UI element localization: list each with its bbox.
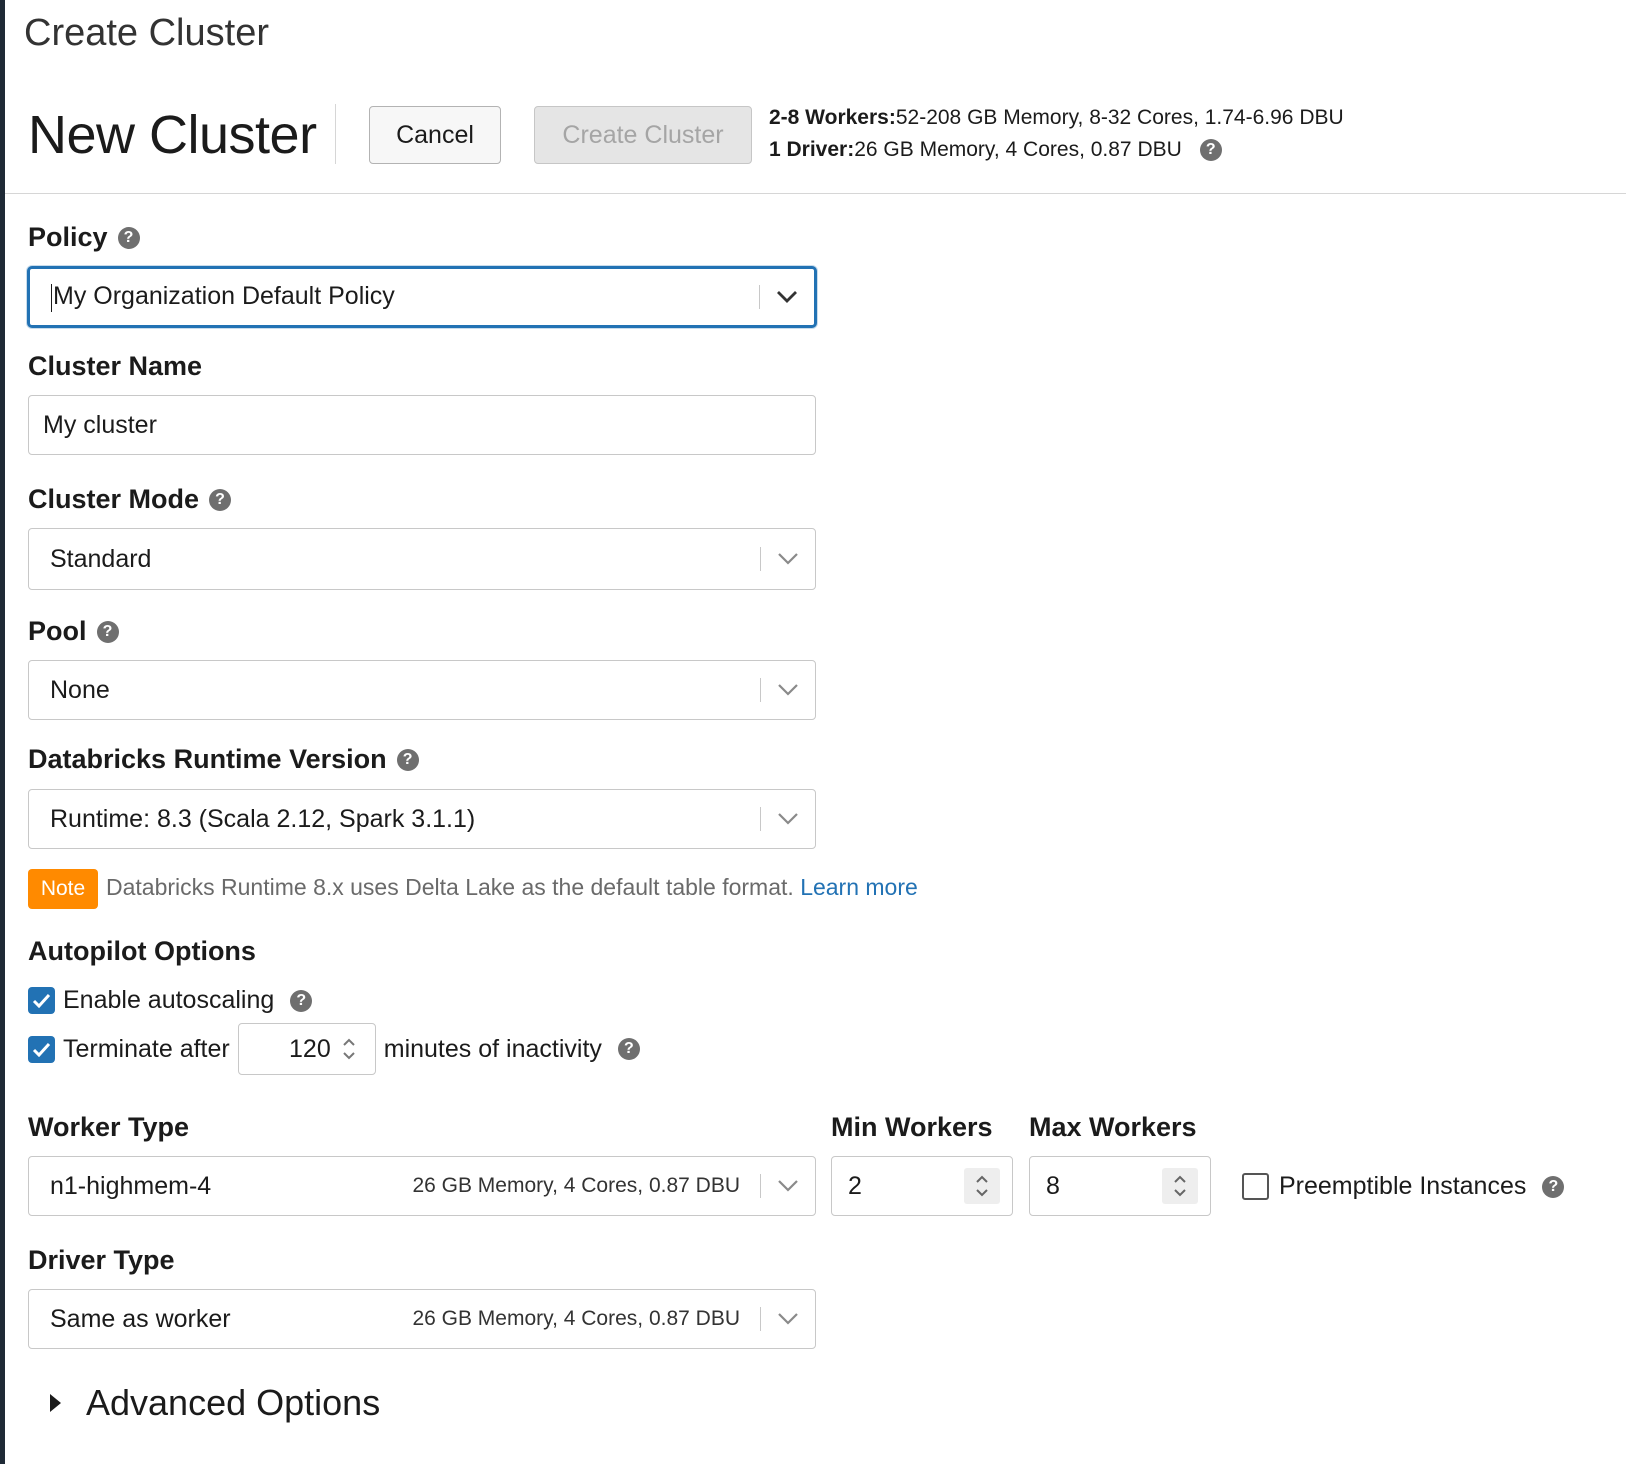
help-icon[interactable]: ? [396,748,419,771]
terminate-row: Terminate after 120 minutes of inactivit… [28,1023,640,1075]
min-workers-label-text: Min Workers [831,1112,993,1142]
driver-summary: 1 Driver: 26 GB Memory, 4 Cores, 0.87 DBU… [769,138,1222,162]
runtime-label-text: Databricks Runtime Version [28,744,387,774]
worker-type-select[interactable]: n1-highmem-4 26 GB Memory, 4 Cores, 0.87… [28,1156,816,1216]
advanced-options-toggle[interactable]: Advanced Options [48,1382,380,1424]
caret-right-icon [50,1394,61,1412]
worker-type-label-text: Worker Type [28,1112,190,1142]
policy-label-text: Policy [28,222,108,252]
chevron-down-icon[interactable] [761,1312,815,1326]
cluster-name-label: Cluster Name [28,351,202,382]
help-icon[interactable]: ? [117,226,140,249]
chevron-down-icon[interactable] [761,683,815,697]
text-cursor [51,283,52,312]
terminate-label: Terminate after [63,1034,230,1063]
max-workers-value: 8 [1046,1171,1060,1200]
workers-summary: 2-8 Workers:52-208 GB Memory, 8-32 Cores… [769,106,1344,130]
driver-type-label-text: Driver Type [28,1245,175,1275]
note-message: Databricks Runtime 8.x uses Delta Lake a… [106,874,794,900]
up-down-stepper-icon[interactable] [964,1168,1000,1204]
workers-summary-spec: 52-208 GB Memory, 8-32 Cores, 1.74-6.96 … [895,106,1344,129]
header-divider-line [5,193,1626,194]
pool-value: None [50,675,110,704]
up-down-stepper-icon[interactable] [1162,1168,1198,1204]
terminate-minutes-value: 120 [289,1034,331,1063]
help-icon[interactable]: ? [209,488,232,511]
policy-select[interactable]: My Organization Default Policy [27,266,817,328]
cluster-mode-label: Cluster Mode ? [28,484,232,515]
note-text: Databricks Runtime 8.x uses Delta Lake a… [106,874,918,901]
left-rail [0,0,5,1464]
policy-select-value: My Organization Default Policy [30,282,759,312]
help-icon[interactable]: ? [1542,1175,1565,1198]
cluster-mode-select[interactable]: Standard [28,528,816,590]
chevron-down-icon[interactable] [761,812,815,826]
min-workers-value: 2 [848,1171,862,1200]
pool-select[interactable]: None [28,660,816,720]
chevron-down-icon[interactable] [761,552,815,566]
worker-type-label: Worker Type [28,1112,189,1143]
terminate-minutes-input[interactable]: 120 [237,1023,376,1075]
create-cluster-button[interactable]: Create Cluster [534,106,752,164]
driver-summary-prefix: 1 Driver: [769,138,855,161]
max-workers-label-text: Max Workers [1029,1112,1197,1142]
enable-autoscaling-row: Enable autoscaling ? [28,986,313,1015]
preemptible-checkbox[interactable] [1242,1173,1269,1200]
cluster-header-title: New Cluster [28,105,317,165]
policy-label: Policy ? [28,222,140,253]
min-workers-input[interactable]: 2 [831,1156,1013,1216]
terminate-suffix: minutes of inactivity [383,1034,602,1063]
max-workers-input[interactable]: 8 [1029,1156,1211,1216]
cluster-mode-label-text: Cluster Mode [28,484,200,514]
chevron-down-icon[interactable] [760,290,814,304]
autopilot-label: Autopilot Options [28,936,256,967]
check-icon [32,993,51,1008]
driver-summary-spec: 26 GB Memory, 4 Cores, 0.87 DBU [854,138,1182,161]
up-down-stepper-icon[interactable] [335,1032,363,1066]
cluster-name-input[interactable]: My cluster [28,395,816,455]
header-divider [335,104,336,164]
driver-type-select[interactable]: Same as worker 26 GB Memory, 4 Cores, 0.… [28,1289,816,1349]
driver-type-spec: 26 GB Memory, 4 Cores, 0.87 DBU [412,1307,740,1330]
cancel-button[interactable]: Cancel [369,106,501,164]
learn-more-link[interactable]: Learn more [800,874,918,900]
enable-autoscaling-label: Enable autoscaling [63,986,275,1014]
note-badge: Note [28,869,98,909]
driver-type-label: Driver Type [28,1245,175,1276]
advanced-options-label: Advanced Options [86,1382,381,1423]
workers-summary-prefix: 2-8 Workers: [769,106,896,129]
policy-select-text: My Organization Default Policy [53,282,395,311]
preemptible-row: Preemptible Instances ? [1242,1172,1565,1201]
check-icon [32,1042,51,1057]
preemptible-label: Preemptible Instances [1279,1172,1527,1200]
enable-autoscaling-checkbox[interactable] [28,987,55,1014]
cluster-name-label-text: Cluster Name [28,351,203,381]
pool-label: Pool ? [28,616,119,647]
worker-type-value: n1-highmem-4 [50,1171,212,1200]
page-title: Create Cluster [24,12,269,54]
help-icon[interactable]: ? [96,620,119,643]
runtime-select[interactable]: Runtime: 8.3 (Scala 2.12, Spark 3.1.1) [28,789,816,849]
driver-type-value: Same as worker [50,1304,231,1333]
max-workers-label: Max Workers [1029,1112,1197,1143]
autopilot-label-text: Autopilot Options [28,936,256,966]
chevron-down-icon[interactable] [761,1179,815,1193]
cluster-name-value: My cluster [43,410,157,439]
runtime-value: Runtime: 8.3 (Scala 2.12, Spark 3.1.1) [50,804,476,833]
help-icon[interactable]: ? [617,1038,640,1060]
runtime-label: Databricks Runtime Version ? [28,744,419,775]
pool-label-text: Pool [28,616,87,646]
help-icon[interactable]: ? [1199,139,1222,161]
help-icon[interactable]: ? [290,989,313,1012]
worker-type-spec: 26 GB Memory, 4 Cores, 0.87 DBU [412,1174,740,1197]
terminate-checkbox[interactable] [28,1035,55,1063]
cluster-mode-value: Standard [50,544,152,573]
min-workers-label: Min Workers [831,1112,993,1143]
